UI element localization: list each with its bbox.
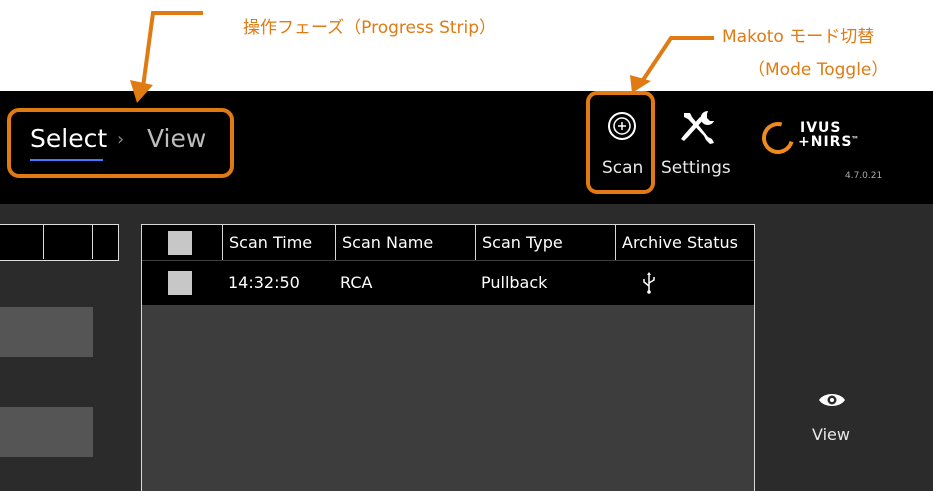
mode-toggle-callout: Makoto モード切替 xyxy=(722,27,875,47)
scan-button[interactable]: Scan xyxy=(598,103,648,183)
eye-icon xyxy=(819,394,845,406)
top-bar: Select › View Scan Settings IVUS +NIRS ™… xyxy=(0,91,933,204)
usb-icon xyxy=(643,272,655,294)
left-panel xyxy=(0,222,120,491)
select-all-checkbox[interactable] xyxy=(168,231,192,255)
cell-scan-name: RCA xyxy=(340,273,373,292)
progress-step-select[interactable]: Select xyxy=(30,124,107,153)
table-row[interactable]: 14:32:50 RCA Pullback xyxy=(142,261,754,305)
row-checkbox[interactable] xyxy=(168,271,192,295)
settings-button[interactable]: Settings xyxy=(660,103,736,183)
progress-strip-callout: 操作フェーズ（Progress Strip） xyxy=(243,18,497,38)
header-scan-name[interactable]: Scan Name xyxy=(336,225,476,260)
header-scan-type[interactable]: Scan Type xyxy=(476,225,616,260)
cell-scan-type: Pullback xyxy=(481,273,548,292)
mode-toggle-callout-sub: （Mode Toggle） xyxy=(748,60,889,80)
settings-label: Settings xyxy=(661,158,731,178)
tools-icon xyxy=(681,110,714,144)
view-button[interactable]: View xyxy=(800,391,864,461)
header-archive-status[interactable]: Archive Status xyxy=(616,225,754,260)
view-label: View xyxy=(812,425,850,444)
mode-callout-line xyxy=(641,36,714,82)
progress-step-view[interactable]: View xyxy=(147,124,206,153)
scan-icon xyxy=(608,112,636,140)
left-header-divider xyxy=(92,224,93,259)
logo-nirs: +NIRS xyxy=(798,134,853,150)
app-window: Select › View Scan Settings IVUS +NIRS ™… xyxy=(0,91,933,491)
version-number: 4.7.0.21 xyxy=(845,171,883,181)
left-panel-item[interactable] xyxy=(0,407,93,457)
left-panel-header xyxy=(0,224,119,261)
active-step-underline xyxy=(30,159,103,161)
left-header-divider xyxy=(43,224,44,259)
scan-label: Scan xyxy=(602,158,644,178)
logo-ivus: IVUS xyxy=(800,120,842,136)
chevron-right-icon: › xyxy=(117,129,125,150)
header-scan-time[interactable]: Scan Time xyxy=(223,225,336,260)
select-all-header xyxy=(142,225,223,260)
logo-tm: ™ xyxy=(851,135,860,144)
scan-table: Scan Time Scan Name Scan Type Archive St… xyxy=(141,224,755,491)
left-panel-item[interactable] xyxy=(0,307,93,357)
cell-scan-time: 14:32:50 xyxy=(228,273,300,292)
ivus-logo-ring-icon xyxy=(756,116,800,160)
progress-callout-line xyxy=(141,11,203,88)
